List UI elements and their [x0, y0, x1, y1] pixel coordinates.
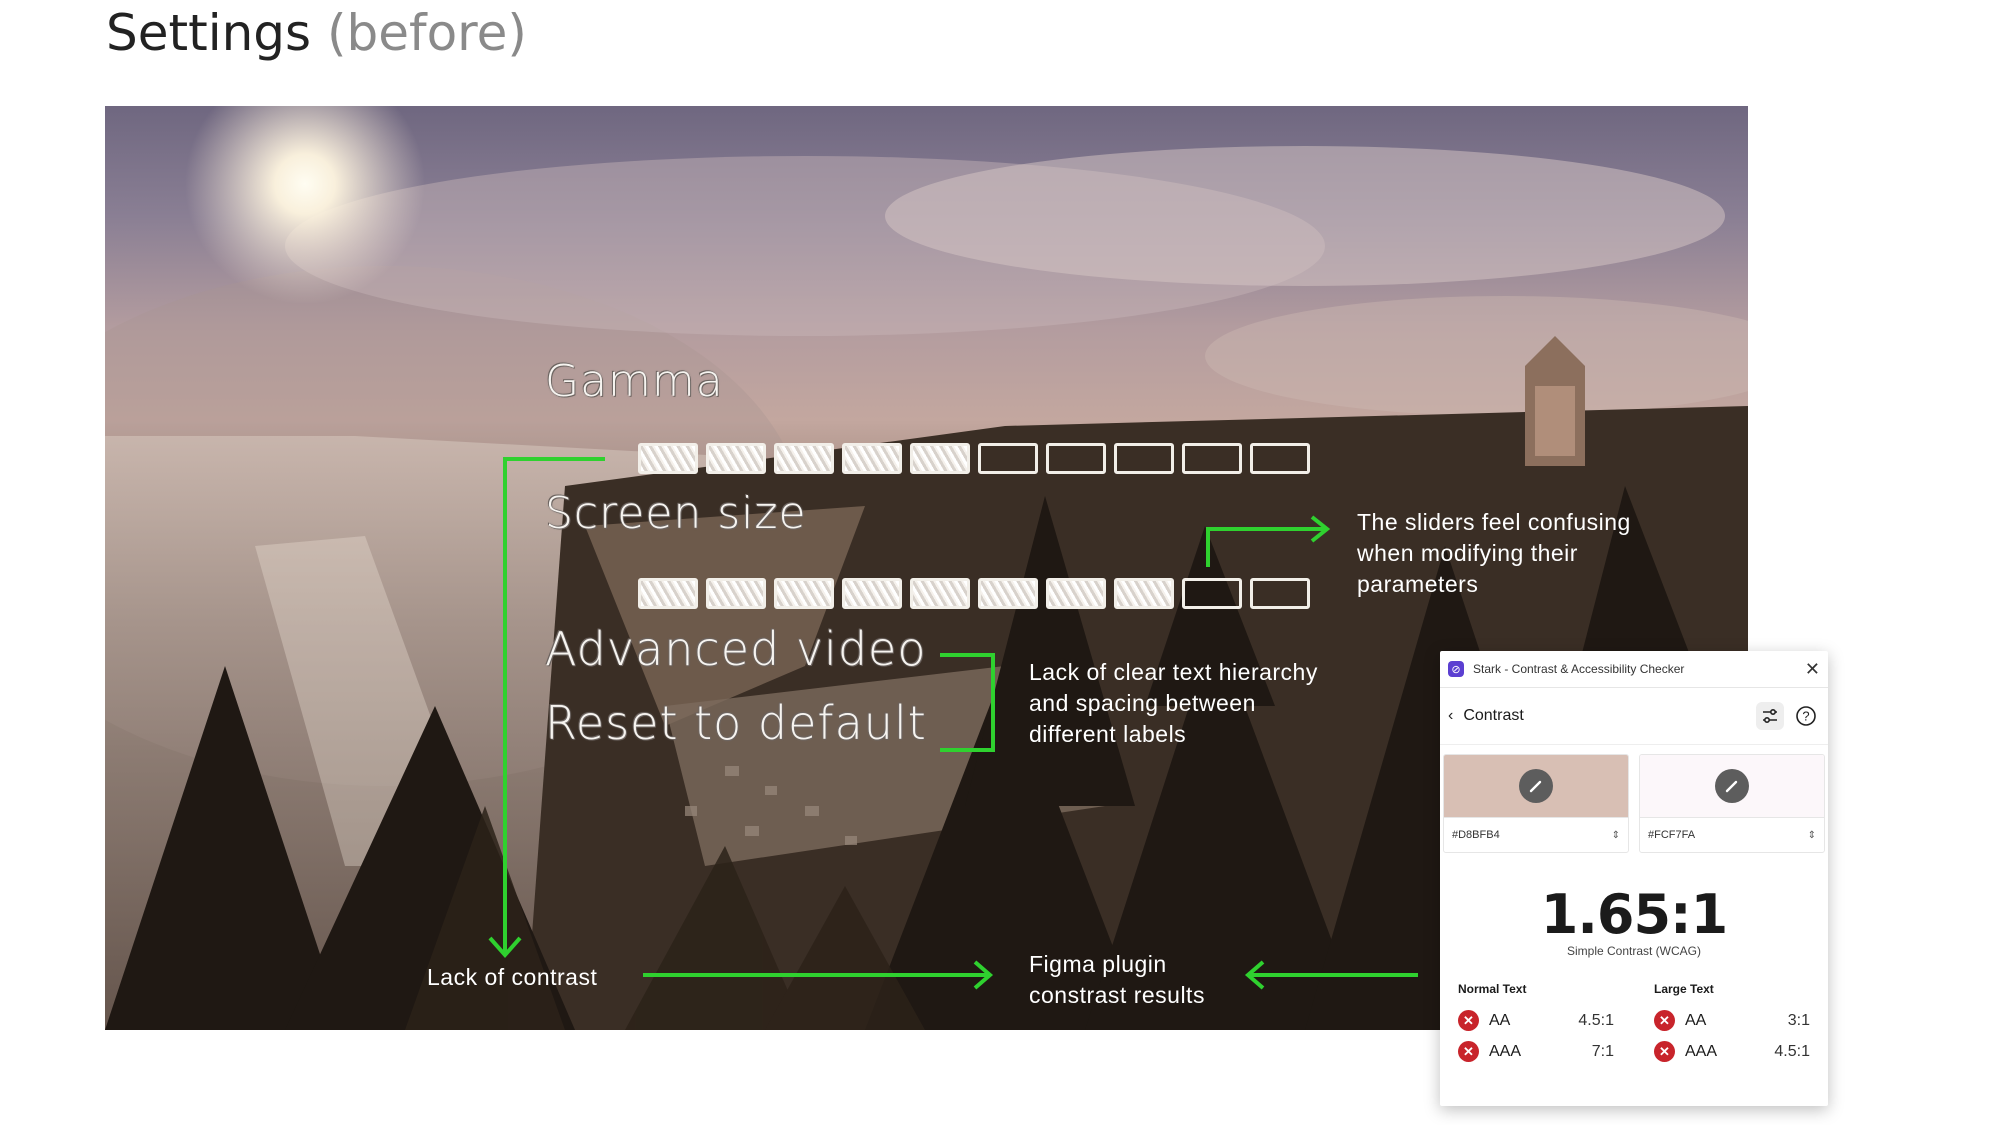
fail-icon: ✕ [1654, 1041, 1675, 1062]
reset-to-default-option[interactable]: Reset to default [545, 696, 927, 750]
stark-nav-title: Contrast [1463, 707, 1524, 724]
normal-text-results: Normal Text ✕ AA 4.5:1 ✕ AAA 7:1 [1458, 982, 1614, 1067]
screen-size-label: Screen size [545, 488, 807, 539]
annotation-line: constrast results [1029, 982, 1205, 1008]
annotation-line: The sliders feel confusing [1357, 509, 1631, 535]
foreground-color-preview [1444, 755, 1628, 817]
contrast-ratio-caption: Simple Contrast (WCAG) [1566, 944, 1702, 958]
select-arrows-icon: ⇕ [1611, 829, 1620, 841]
slider-segment[interactable] [910, 443, 970, 474]
wcag-results: Normal Text ✕ AA 4.5:1 ✕ AAA 7:1 Large T… [1440, 958, 1828, 1067]
select-arrows-icon: ⇕ [1807, 829, 1816, 841]
gamma-slider[interactable] [638, 443, 1310, 474]
slider-segment[interactable] [1182, 443, 1242, 474]
slider-segment[interactable] [978, 443, 1038, 474]
color-swatches: #D8BFB4 ⇕ #FCF7FA ⇕ [1440, 745, 1828, 853]
annotation-line: and spacing between [1029, 690, 1256, 716]
large-aa-label: AA [1685, 1011, 1707, 1029]
hierarchy-annotation: Lack of clear text hierarchy and spacing… [1029, 657, 1318, 750]
normal-aa-row: ✕ AA 4.5:1 [1458, 1005, 1614, 1036]
normal-text-heading: Normal Text [1458, 982, 1527, 996]
gamma-label: Gamma [545, 356, 724, 407]
svg-text:?: ? [1802, 709, 1809, 724]
slider-segment[interactable] [1114, 578, 1174, 609]
slider-segment[interactable] [638, 578, 698, 609]
page-title-main: Settings [106, 4, 312, 62]
annotation-line: Lack of clear text hierarchy [1029, 659, 1318, 685]
slider-segment[interactable] [1182, 578, 1242, 609]
slider-segment[interactable] [706, 443, 766, 474]
page-title-suffix: (before) [326, 4, 527, 62]
large-text-results: Large Text ✕ AA 3:1 ✕ AAA 4.5:1 [1654, 982, 1810, 1067]
fail-icon: ✕ [1458, 1010, 1479, 1031]
advanced-video-option[interactable]: Advanced video [545, 622, 926, 676]
normal-aaa-label: AAA [1489, 1042, 1522, 1060]
slider-segment[interactable] [1046, 443, 1106, 474]
background-color-preview [1640, 755, 1824, 817]
slider-segment[interactable] [910, 578, 970, 609]
eyedropper-icon[interactable] [1715, 769, 1749, 803]
annotation-line: Figma plugin [1029, 951, 1167, 977]
foreground-swatch: #D8BFB4 ⇕ [1443, 754, 1629, 853]
large-aaa-row: ✕ AAA 4.5:1 [1654, 1036, 1810, 1067]
background-hex-value: #FCF7FA [1648, 829, 1696, 841]
foreground-hex-select[interactable]: #D8BFB4 ⇕ [1444, 817, 1628, 852]
slider-segment[interactable] [1114, 443, 1174, 474]
large-aaa-label: AAA [1685, 1042, 1718, 1060]
contrast-annotation: Lack of contrast [427, 964, 598, 990]
foreground-hex-value: #D8BFB4 [1452, 829, 1500, 841]
slider-segment[interactable] [978, 578, 1038, 609]
slider-segment[interactable] [842, 443, 902, 474]
slider-segment[interactable] [842, 578, 902, 609]
figma-annotation: Figma plugin constrast results [1029, 949, 1205, 1011]
slider-segment[interactable] [774, 578, 834, 609]
normal-aaa-row: ✕ AAA 7:1 [1458, 1036, 1614, 1067]
contrast-ratio: 1.65:1 [1540, 883, 1728, 946]
large-aaa-value: 4.5:1 [1774, 1042, 1810, 1060]
page-title: Settings (before) [106, 4, 527, 62]
stark-logo-icon: ⊘ [1448, 661, 1464, 677]
chevron-left-icon[interactable]: ‹ [1448, 707, 1453, 725]
large-text-heading: Large Text [1654, 982, 1714, 996]
stark-titlebar: ⊘ Stark - Contrast & Accessibility Check… [1440, 651, 1828, 688]
normal-aaa-value: 7:1 [1591, 1042, 1614, 1060]
fail-icon: ✕ [1458, 1041, 1479, 1062]
fail-icon: ✕ [1654, 1010, 1675, 1031]
background-hex-select[interactable]: #FCF7FA ⇕ [1640, 817, 1824, 852]
screen-size-slider[interactable] [638, 578, 1310, 609]
slider-segment[interactable] [774, 443, 834, 474]
stark-app-title: Stark - Contrast & Accessibility Checker [1473, 662, 1685, 676]
slider-segment[interactable] [1250, 578, 1310, 609]
slider-segment[interactable] [706, 578, 766, 609]
large-aa-value: 3:1 [1787, 1011, 1810, 1029]
help-icon[interactable]: ? [1792, 702, 1820, 730]
annotation-line: when modifying their [1357, 540, 1578, 566]
close-icon[interactable]: ✕ [1805, 659, 1820, 680]
large-aa-row: ✕ AA 3:1 [1654, 1005, 1810, 1036]
background-swatch: #FCF7FA ⇕ [1639, 754, 1825, 853]
normal-aa-value: 4.5:1 [1578, 1011, 1614, 1029]
stark-plugin-panel: ⊘ Stark - Contrast & Accessibility Check… [1440, 651, 1828, 1106]
slider-segment[interactable] [1250, 443, 1310, 474]
slider-segment[interactable] [638, 443, 698, 474]
normal-aa-label: AA [1489, 1011, 1511, 1029]
slider-segment[interactable] [1046, 578, 1106, 609]
stark-nav-bar: ‹ Contrast ? [1440, 688, 1828, 745]
sliders-annotation: The sliders feel confusing when modifyin… [1357, 507, 1631, 600]
annotation-line: different labels [1029, 721, 1187, 747]
sliders-icon[interactable] [1756, 702, 1784, 730]
eyedropper-icon[interactable] [1519, 769, 1553, 803]
annotation-line: parameters [1357, 571, 1479, 597]
